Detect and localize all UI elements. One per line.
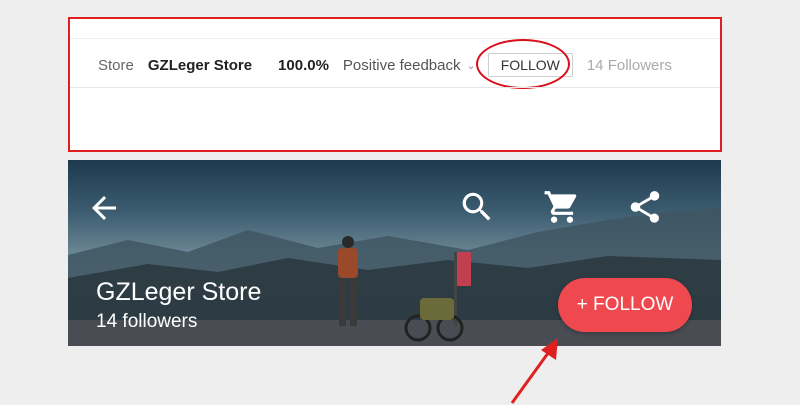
divider bbox=[70, 87, 720, 88]
cart-icon[interactable] bbox=[542, 188, 582, 226]
mobile-store-banner: GZLeger Store 14 followers + FOLLOW bbox=[68, 160, 721, 346]
share-icon[interactable] bbox=[626, 188, 664, 226]
follow-button-label: FOLLOW bbox=[500, 57, 560, 73]
store-info-bar: Store GZLeger Store 100.0% Positive feed… bbox=[98, 39, 672, 89]
follow-button[interactable]: FOLLOW bbox=[475, 39, 573, 89]
store-name-link[interactable]: GZLeger Store bbox=[148, 57, 252, 74]
feedback-percent: 100.0% bbox=[278, 56, 329, 74]
store-label: Store bbox=[98, 56, 134, 74]
mobile-follow-button[interactable]: + FOLLOW bbox=[558, 278, 692, 332]
back-arrow-icon[interactable] bbox=[86, 190, 122, 226]
divider bbox=[70, 38, 720, 39]
chevron-down-icon[interactable]: ⌄ bbox=[467, 59, 476, 72]
mobile-store-name: GZLeger Store bbox=[96, 278, 262, 306]
followers-count: 14 Followers bbox=[586, 56, 672, 74]
feedback-dropdown-label[interactable]: Positive feedback bbox=[343, 57, 461, 74]
search-icon[interactable] bbox=[458, 188, 496, 226]
mobile-followers-count: 14 followers bbox=[96, 311, 198, 332]
desktop-store-panel: Store GZLeger Store 100.0% Positive feed… bbox=[68, 17, 722, 152]
